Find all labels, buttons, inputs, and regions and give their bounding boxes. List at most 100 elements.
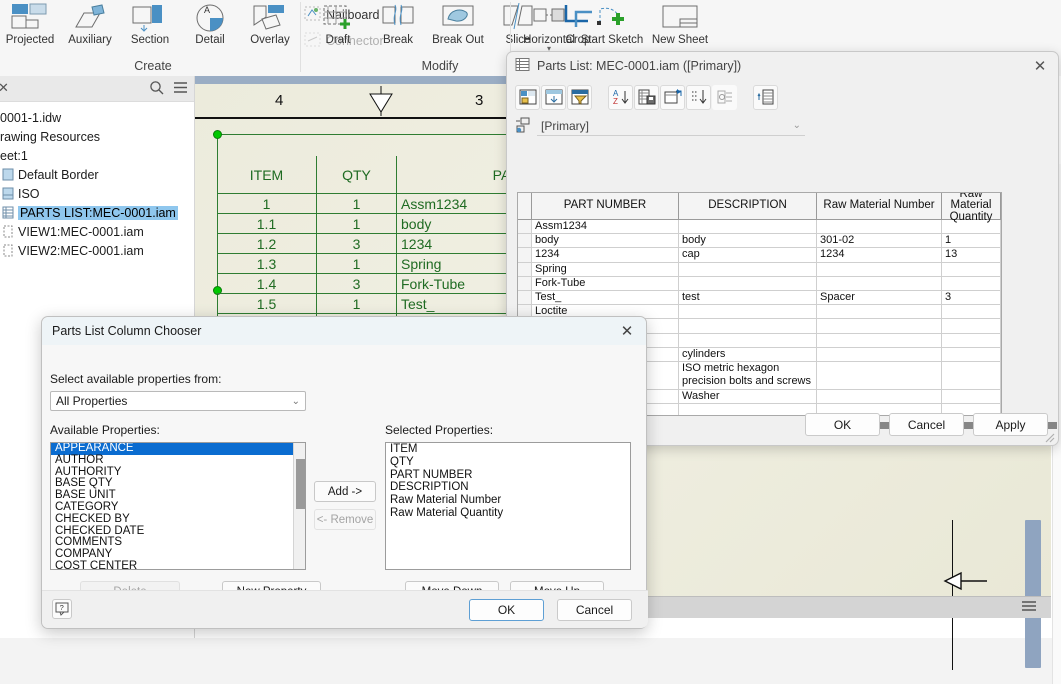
cell-raw-material-number[interactable] xyxy=(817,319,942,334)
chevron-down-icon[interactable]: ⌄ xyxy=(793,120,801,131)
row-selector-cell[interactable] xyxy=(518,262,532,277)
tree-item-iso[interactable]: ISO xyxy=(0,184,194,203)
cell-description[interactable] xyxy=(679,305,817,320)
cell-raw-material-quantity[interactable] xyxy=(942,389,1001,405)
table-row[interactable]: 1234 cap 1234 13 xyxy=(518,248,1001,263)
available-list-scrollbar[interactable] xyxy=(293,443,305,569)
save-item-overrides-icon[interactable] xyxy=(660,84,685,110)
add-custom-parts-icon[interactable] xyxy=(712,84,737,110)
cell-raw-material-quantity[interactable] xyxy=(942,347,1001,362)
close-icon[interactable]: ✕ xyxy=(1030,57,1050,75)
ribbon-button-draft[interactable]: Draft xyxy=(308,0,368,56)
list-item[interactable]: DESCRIPTION xyxy=(386,481,630,494)
cell-description[interactable]: body xyxy=(679,234,817,249)
cell-description[interactable]: Washer xyxy=(679,389,817,405)
cell-raw-material-number[interactable] xyxy=(817,347,942,362)
grid-col-raw-material-quantity[interactable]: Raw Material Quantity xyxy=(942,193,1001,223)
row-selector-cell[interactable] xyxy=(518,276,532,291)
cell-description[interactable] xyxy=(679,319,817,334)
row-selector-cell[interactable] xyxy=(518,220,532,235)
cancel-button[interactable]: Cancel xyxy=(889,413,964,436)
tree-item-sheet[interactable]: eet:1 xyxy=(0,146,194,165)
cancel-button[interactable]: Cancel xyxy=(557,599,632,621)
close-icon[interactable]: ✕ xyxy=(0,80,9,96)
ribbon-button-projected[interactable]: Projected xyxy=(0,0,60,56)
list-item[interactable]: COST CENTER xyxy=(51,560,305,569)
parts-list-title-bar[interactable]: Parts List: MEC-0001.iam ([Primary]) ✕ xyxy=(507,52,1058,80)
cell-description[interactable]: test xyxy=(679,290,817,306)
cell-raw-material-quantity[interactable] xyxy=(942,220,1001,235)
parts-list-grip-top[interactable] xyxy=(213,130,222,139)
cell-raw-material-quantity[interactable] xyxy=(942,262,1001,277)
list-item[interactable]: CATEGORY xyxy=(51,501,305,514)
cell-description[interactable] xyxy=(679,276,817,291)
table-row[interactable]: Assm1234 xyxy=(518,220,1001,235)
cell-description[interactable] xyxy=(679,262,817,277)
sort-icon[interactable]: AZ xyxy=(608,84,633,110)
cell-raw-material-number[interactable]: 301-02 xyxy=(817,234,942,249)
table-row[interactable]: Fork-Tube xyxy=(518,276,1001,291)
cell-raw-material-number[interactable] xyxy=(817,220,942,235)
cell-part-number[interactable]: body xyxy=(532,234,679,249)
parts-list-column-chooser-dialog[interactable]: Parts List Column Chooser ✕ Select avail… xyxy=(41,316,648,629)
export-icon[interactable] xyxy=(634,84,659,110)
resize-grip-icon[interactable] xyxy=(1043,431,1055,443)
cell-part-number[interactable]: 1234 xyxy=(532,248,679,263)
tree-item-parts-list[interactable]: PARTS LIST:MEC-0001.iam xyxy=(0,203,194,222)
cell-raw-material-quantity[interactable] xyxy=(942,333,1001,348)
search-icon[interactable] xyxy=(149,80,164,98)
list-item[interactable]: QTY xyxy=(386,456,630,469)
ribbon-button-detail[interactable]: A Detail xyxy=(180,0,240,56)
ribbon-button-break[interactable]: Break xyxy=(368,0,428,56)
ribbon-button-section[interactable]: Section xyxy=(120,0,180,56)
tree-item-view2[interactable]: VIEW2:MEC-0001.iam xyxy=(0,241,194,260)
available-properties-list[interactable]: APPEARANCE AUTHOR AUTHORITY BASE QTY BAS… xyxy=(50,442,306,570)
renumber-icon[interactable] xyxy=(686,84,711,110)
apply-button[interactable]: Apply xyxy=(973,413,1048,436)
cell-raw-material-number[interactable] xyxy=(817,389,942,405)
cell-raw-material-quantity[interactable] xyxy=(942,361,1001,390)
cell-raw-material-quantity[interactable] xyxy=(942,319,1001,334)
tree-item-view1[interactable]: VIEW1:MEC-0001.iam xyxy=(0,222,194,241)
row-selector-cell[interactable] xyxy=(518,248,532,263)
add-button[interactable]: Add -> xyxy=(314,481,376,502)
grid-col-raw-material-number[interactable]: Raw Material Number xyxy=(817,193,942,220)
cell-raw-material-quantity[interactable]: 13 xyxy=(942,248,1001,263)
cell-raw-material-number[interactable] xyxy=(817,305,942,320)
tree-item-drawing-resources[interactable]: rawing Resources xyxy=(0,127,194,146)
dialog-title-bar[interactable]: Parts List Column Chooser ✕ xyxy=(42,317,646,345)
list-item[interactable]: ITEM xyxy=(386,443,630,456)
cell-raw-material-quantity[interactable] xyxy=(942,276,1001,291)
ribbon-button-new-sheet[interactable]: New Sheet xyxy=(642,0,718,56)
member-selection-icon[interactable] xyxy=(753,84,778,110)
close-icon[interactable]: ✕ xyxy=(617,322,637,340)
group-settings-icon[interactable] xyxy=(541,84,566,110)
tree-item-default-border[interactable]: Default Border xyxy=(0,165,194,184)
cell-part-number[interactable]: Test_ xyxy=(532,290,679,306)
table-row[interactable]: Test_ test Spacer 3 xyxy=(518,290,1001,306)
cell-raw-material-quantity[interactable] xyxy=(942,305,1001,320)
row-selector-cell[interactable] xyxy=(518,290,532,306)
filter-settings-icon[interactable] xyxy=(567,84,592,110)
table-row[interactable]: body body 301-02 1 xyxy=(518,234,1001,249)
row-selector-cell[interactable] xyxy=(518,234,532,249)
ribbon-button-auxiliary[interactable]: Auxiliary xyxy=(60,0,120,56)
canvas-vertical-scrollbar[interactable] xyxy=(1025,520,1041,668)
cell-raw-material-number[interactable]: Spacer xyxy=(817,290,942,306)
scrollbar-thumb[interactable] xyxy=(296,459,305,509)
hamburger-menu-icon[interactable] xyxy=(173,81,188,97)
table-row[interactable]: Spring xyxy=(518,262,1001,277)
cell-description[interactable]: cap xyxy=(679,248,817,263)
source-properties-select[interactable]: All Properties ⌄ xyxy=(50,391,306,411)
cell-raw-material-number[interactable] xyxy=(817,333,942,348)
status-bar-menu-icon[interactable] xyxy=(1021,600,1037,614)
list-item[interactable]: Raw Material Quantity xyxy=(386,507,630,520)
cell-part-number[interactable]: Spring xyxy=(532,262,679,277)
cell-part-number[interactable]: Fork-Tube xyxy=(532,276,679,291)
ok-button[interactable]: OK xyxy=(469,599,544,621)
chevron-down-icon[interactable]: ⌄ xyxy=(292,396,300,407)
ribbon-button-overlay[interactable]: Overlay xyxy=(240,0,300,56)
column-chooser-icon[interactable] xyxy=(515,84,540,110)
help-icon[interactable]: ? xyxy=(52,599,72,619)
list-item[interactable]: CHECKED BY xyxy=(51,513,305,526)
